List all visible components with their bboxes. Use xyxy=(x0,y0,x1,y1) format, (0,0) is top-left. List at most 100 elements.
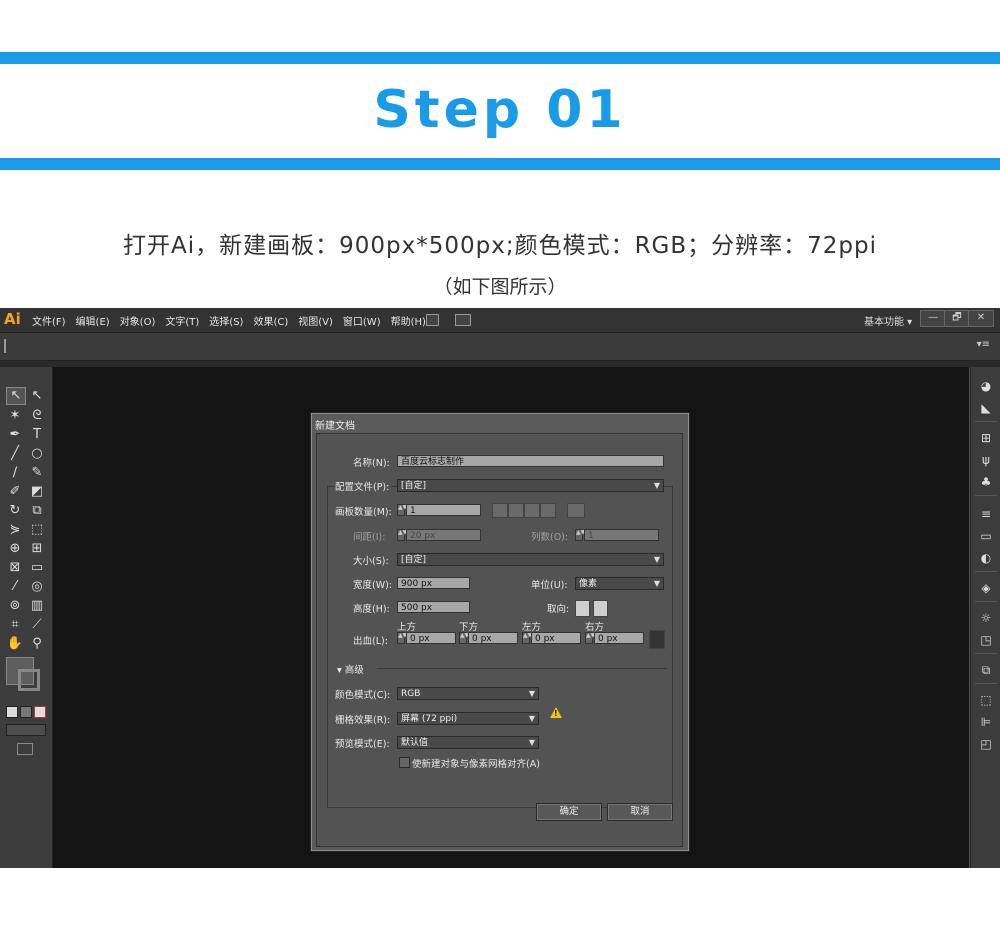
artboards-panel-icon[interactable]: ⧉ xyxy=(978,663,994,677)
ellipse-tool-icon[interactable]: ○ xyxy=(28,446,46,462)
artboard-arrange-by-column-icon[interactable] xyxy=(540,503,556,518)
color-mode-select[interactable]: RGB ▼ xyxy=(397,687,539,700)
color-mode-button[interactable] xyxy=(6,706,18,718)
pen-tool-icon[interactable]: ✒ xyxy=(6,427,24,443)
raster-effects-select[interactable]: 屏幕 (72 ppi) ▼ xyxy=(397,712,539,725)
cancel-button[interactable]: 取消 xyxy=(607,803,673,821)
advanced-toggle[interactable]: ▾ 高级 xyxy=(337,662,364,676)
bleed-left-input[interactable]: 0 px xyxy=(531,632,581,644)
hand-tool-icon[interactable]: ✋ xyxy=(6,636,24,652)
artboard-layout-direction-icon[interactable] xyxy=(567,503,585,518)
transform-panel-icon[interactable]: ⬚ xyxy=(978,693,994,707)
units-select[interactable]: 像素 ▼ xyxy=(575,577,664,590)
direct-selection-tool-icon[interactable]: ↖ xyxy=(28,388,46,404)
name-input[interactable]: 百度云标志制作 xyxy=(397,455,664,467)
paintbrush-tool-icon[interactable]: ∕ xyxy=(6,465,24,481)
minimize-button[interactable]: — xyxy=(920,310,946,327)
link-bleed-icon[interactable] xyxy=(649,630,665,649)
gradient-mode-button[interactable] xyxy=(20,706,32,718)
color-guide-panel-icon[interactable]: ◣ xyxy=(978,401,994,415)
perspective-grid-tool-icon[interactable]: ⊞ xyxy=(28,541,46,557)
draw-modes-icon[interactable] xyxy=(6,724,46,736)
none-mode-button[interactable] xyxy=(34,706,46,718)
profile-select[interactable]: [自定] ▼ xyxy=(397,479,664,492)
panel-menu-icon[interactable]: ▾≡ xyxy=(977,339,990,350)
layers-panel-icon[interactable]: ◈ xyxy=(978,581,994,595)
artboard-grid-by-row-icon[interactable] xyxy=(492,503,508,518)
width-tool-icon[interactable]: ⋟ xyxy=(6,522,24,538)
graphic-styles-panel-icon[interactable]: ◳ xyxy=(978,633,994,647)
menu-edit[interactable]: 编辑(E) xyxy=(76,313,110,328)
menu-file[interactable]: 文件(F) xyxy=(32,313,66,328)
bleed-bottom-stepper[interactable]: ▲▼ xyxy=(459,632,469,644)
blend-tool-icon[interactable]: ◎ xyxy=(28,579,46,595)
spacing-stepper[interactable]: ▲▼ xyxy=(397,529,407,541)
bleed-right-stepper[interactable]: ▲▼ xyxy=(585,632,595,644)
pathfinder-panel-icon[interactable]: ◰ xyxy=(978,737,994,751)
close-button[interactable]: ✕ xyxy=(968,310,994,327)
restore-button[interactable]: 🗗 xyxy=(944,310,970,327)
bleed-left-stepper[interactable]: ▲▼ xyxy=(522,632,532,644)
selection-tool-icon[interactable]: ↖ xyxy=(6,387,26,405)
slice-tool-icon[interactable]: ⟋ xyxy=(28,617,46,633)
align-panel-icon[interactable]: ⊫ xyxy=(978,715,994,729)
height-input[interactable]: 500 px xyxy=(397,601,470,613)
bleed-bottom-input[interactable]: 0 px xyxy=(468,632,518,644)
bleed-top-stepper[interactable]: ▲▼ xyxy=(397,632,407,644)
rotate-tool-icon[interactable]: ↻ xyxy=(6,503,24,519)
artboard-grid-by-column-icon[interactable] xyxy=(508,503,524,518)
eraser-tool-icon[interactable]: ◩ xyxy=(28,484,46,500)
type-tool-icon[interactable]: T xyxy=(28,427,46,443)
column-graph-tool-icon[interactable]: ▥ xyxy=(28,598,46,614)
shape-builder-tool-icon[interactable]: ⊕ xyxy=(6,541,24,557)
menu-window[interactable]: 窗口(W) xyxy=(343,313,381,328)
gradient-tool-icon[interactable]: ▭ xyxy=(28,560,46,576)
spacing-input[interactable]: 20 px xyxy=(406,529,481,541)
artboard-arrange-by-row-icon[interactable] xyxy=(524,503,540,518)
workspace-switcher[interactable]: 基本功能 ▾ xyxy=(864,313,912,328)
menu-effect[interactable]: 效果(C) xyxy=(253,313,288,328)
scale-tool-icon[interactable]: ⧉ xyxy=(28,503,46,519)
menu-select[interactable]: 选择(S) xyxy=(209,313,243,328)
portrait-orientation-icon[interactable] xyxy=(575,600,590,617)
stroke-panel-icon[interactable]: ≡ xyxy=(978,507,994,521)
landscape-orientation-icon[interactable] xyxy=(593,600,608,617)
ok-button[interactable]: 确定 xyxy=(536,803,602,821)
columns-input[interactable]: 1 xyxy=(584,529,659,541)
lasso-tool-icon[interactable]: ᘓ xyxy=(28,408,46,424)
width-input[interactable]: 900 px xyxy=(397,577,470,589)
blob-brush-tool-icon[interactable]: ✐ xyxy=(6,484,24,500)
brushes-panel-icon[interactable]: ψ xyxy=(978,453,994,467)
menu-object[interactable]: 对象(O) xyxy=(120,313,156,328)
screen-mode-icon[interactable] xyxy=(17,743,33,755)
arrange-documents-icon[interactable] xyxy=(455,314,471,326)
artboard-tool-icon[interactable]: ⌗ xyxy=(6,617,24,633)
bleed-right-input[interactable]: 0 px xyxy=(594,632,644,644)
stroke-color-swatch[interactable] xyxy=(18,669,40,691)
magic-wand-tool-icon[interactable]: ✶ xyxy=(6,408,24,424)
mesh-tool-icon[interactable]: ⊠ xyxy=(6,560,24,576)
align-pixel-grid-checkbox[interactable] xyxy=(399,757,410,768)
artboards-input[interactable]: 1 xyxy=(406,504,481,516)
artboards-stepper[interactable]: ▲▼ xyxy=(397,504,407,516)
preview-mode-select[interactable]: 默认值 ▼ xyxy=(397,736,539,749)
gradient-panel-icon[interactable]: ▭ xyxy=(978,529,994,543)
line-tool-icon[interactable]: ╱ xyxy=(6,446,24,462)
zoom-tool-icon[interactable]: ⚲ xyxy=(28,636,46,652)
menu-view[interactable]: 视图(V) xyxy=(298,313,333,328)
columns-stepper[interactable]: ▲▼ xyxy=(575,529,585,541)
transparency-panel-icon[interactable]: ◐ xyxy=(978,551,994,565)
symbols-panel-icon[interactable]: ♣ xyxy=(978,475,994,489)
control-bar-grip[interactable] xyxy=(4,339,6,353)
swatches-panel-icon[interactable]: ⊞ xyxy=(978,431,994,445)
symbol-sprayer-tool-icon[interactable]: ⊚ xyxy=(6,598,24,614)
pencil-tool-icon[interactable]: ✎ xyxy=(28,465,46,481)
menu-help[interactable]: 帮助(H) xyxy=(391,313,426,328)
eyedropper-tool-icon[interactable]: ⁄ xyxy=(6,579,24,595)
size-select[interactable]: [自定] ▼ xyxy=(397,553,664,566)
menu-type[interactable]: 文字(T) xyxy=(165,313,199,328)
bridge-icon[interactable] xyxy=(426,314,439,326)
color-panel-icon[interactable]: ◕ xyxy=(978,379,994,393)
appearance-panel-icon[interactable]: ☼ xyxy=(978,611,994,625)
free-transform-tool-icon[interactable]: ⬚ xyxy=(28,522,46,538)
